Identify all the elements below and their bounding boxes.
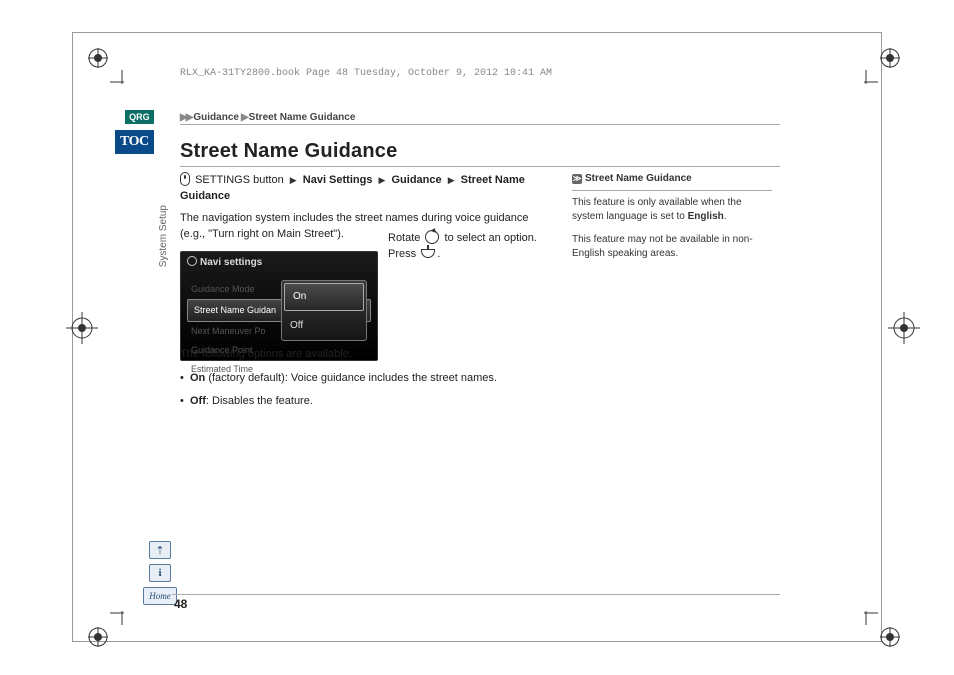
voice-icon[interactable]: ⇡ bbox=[149, 541, 171, 559]
divider bbox=[180, 166, 780, 167]
info-icon[interactable]: i bbox=[149, 564, 171, 582]
page-number: 48 bbox=[174, 597, 187, 611]
option-item: On (factory default): Voice guidance inc… bbox=[190, 370, 540, 388]
path-arrow-icon: ▶ bbox=[379, 175, 386, 185]
breadcrumb: ▶▶Guidance▶Street Name Guidance bbox=[180, 112, 355, 123]
divider bbox=[572, 190, 772, 191]
path-arrow-icon: ▶ bbox=[448, 175, 455, 185]
divider bbox=[180, 124, 780, 125]
page-title: Street Name Guidance bbox=[180, 140, 397, 163]
divider bbox=[172, 594, 780, 595]
breadcrumb-arrow-icon: ▶ bbox=[241, 112, 247, 123]
side-nav-icons: ⇡ i Home bbox=[143, 541, 177, 605]
qrg-badge[interactable]: QRG bbox=[125, 110, 154, 124]
sidebar-heading: ≫Street Name Guidance bbox=[572, 172, 772, 187]
navi-settings-screenshot: Navi settings Guidance Mode Street Name … bbox=[180, 251, 378, 361]
left-tabs: QRG TOC bbox=[115, 110, 154, 154]
sidebar-note: ≫Street Name Guidance This feature is on… bbox=[572, 172, 772, 270]
path-arrow-icon: ▶ bbox=[290, 175, 297, 185]
dial-icon bbox=[425, 230, 439, 244]
option-on: On bbox=[284, 283, 364, 312]
section-side-label: System Setup bbox=[158, 205, 169, 267]
home-icon[interactable]: Home bbox=[143, 587, 177, 605]
gear-icon bbox=[187, 256, 197, 266]
breadcrumb-arrow-icon: ▶▶ bbox=[180, 112, 191, 123]
screenshot-header: Navi settings bbox=[181, 252, 377, 275]
sidebar-p2: This feature may not be available in non… bbox=[572, 233, 772, 262]
settings-button-icon bbox=[180, 172, 190, 186]
sidebar-p1: This feature is only available when the … bbox=[572, 196, 772, 225]
registration-mark-icon bbox=[886, 310, 922, 346]
registration-mark-icon bbox=[64, 310, 100, 346]
content-left-column: SETTINGS button ▶ Navi Settings ▶ Guidan… bbox=[180, 172, 540, 361]
press-icon bbox=[421, 249, 435, 258]
option-off: Off bbox=[282, 313, 366, 340]
rotate-instruction: Rotate to select an option. Press . bbox=[388, 230, 548, 263]
note-icon: ≫ bbox=[572, 174, 582, 184]
toc-badge[interactable]: TOC bbox=[115, 130, 154, 154]
settings-path: SETTINGS button ▶ Navi Settings ▶ Guidan… bbox=[180, 172, 540, 205]
options-block: The following options are available: On … bbox=[180, 346, 540, 417]
running-head: RLX_KA-31TY2800.book Page 48 Tuesday, Oc… bbox=[180, 68, 552, 79]
option-popup: On Off bbox=[281, 280, 367, 341]
option-item: Off: Disables the feature. bbox=[190, 393, 540, 411]
